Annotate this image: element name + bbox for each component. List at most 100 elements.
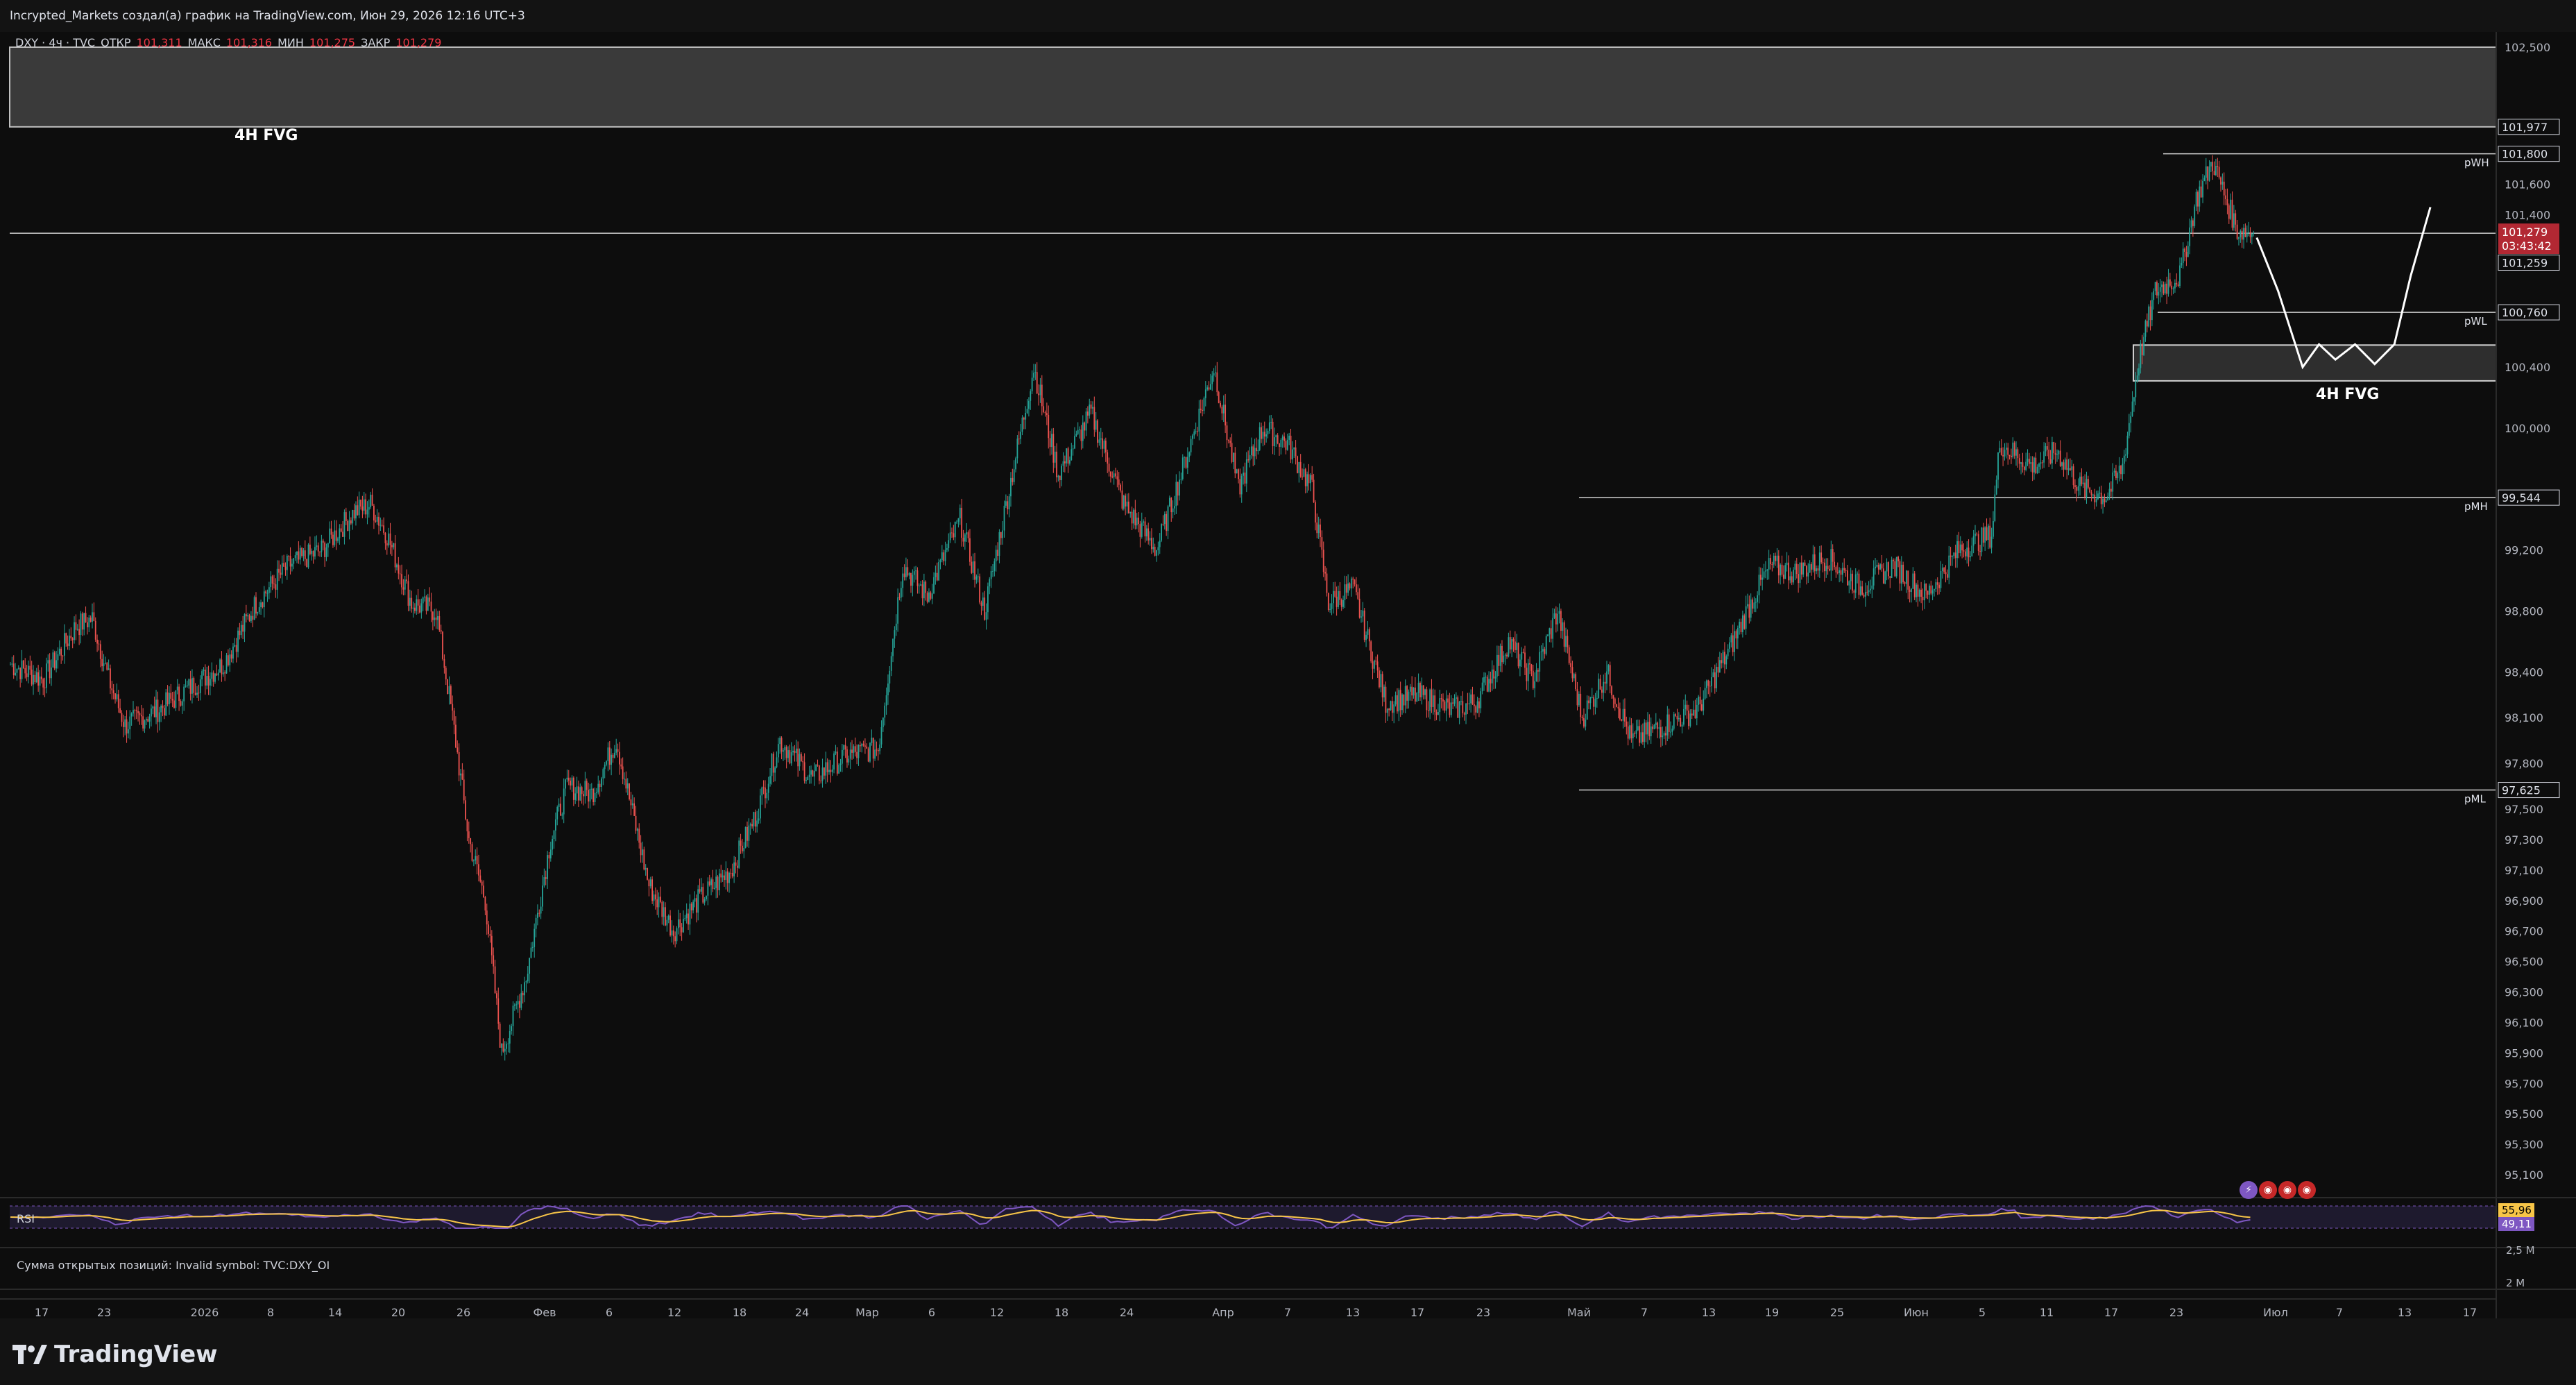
candle-body[interactable] (1964, 551, 1966, 556)
candle-body[interactable] (1362, 610, 1364, 617)
candle-body[interactable] (1309, 475, 1311, 484)
candle-body[interactable] (294, 555, 296, 559)
candle-body[interactable] (903, 573, 905, 577)
candle-body[interactable] (2195, 192, 2197, 207)
candle-body[interactable] (742, 845, 743, 851)
candle-body[interactable] (2112, 472, 2114, 492)
candle-body[interactable] (1010, 477, 1012, 497)
candle-body[interactable] (447, 679, 449, 695)
candle-body[interactable] (2089, 487, 2091, 493)
candle-body[interactable] (1209, 384, 1211, 390)
candle-body[interactable] (49, 660, 51, 679)
candle-body[interactable] (542, 885, 543, 907)
candle-body[interactable] (1478, 701, 1480, 708)
candle-body[interactable] (327, 543, 329, 548)
candle-body[interactable] (1571, 667, 1573, 679)
candle-body[interactable] (2018, 458, 2020, 464)
candle-body[interactable] (1247, 459, 1249, 461)
candle-body[interactable] (753, 812, 755, 826)
candle-body[interactable] (1182, 457, 1184, 479)
candle-body[interactable] (1748, 604, 1750, 618)
candle-body[interactable] (248, 615, 250, 622)
candle-body[interactable] (1103, 440, 1105, 449)
candle-body[interactable] (561, 814, 563, 816)
candle-body[interactable] (1174, 506, 1175, 509)
candle-body[interactable] (316, 545, 318, 547)
candle-body[interactable] (1052, 434, 1055, 463)
candle-body[interactable] (1647, 722, 1648, 735)
candle-body[interactable] (1263, 432, 1265, 437)
candle-body[interactable] (1840, 570, 1842, 575)
candle-body[interactable] (797, 748, 799, 767)
candle-body[interactable] (612, 754, 614, 758)
candle-body[interactable] (1268, 422, 1270, 431)
candle-body[interactable] (1020, 432, 1022, 439)
candle-body[interactable] (805, 780, 807, 781)
candle-body[interactable] (1660, 727, 1662, 738)
candle-body[interactable] (1434, 695, 1436, 713)
candle-body[interactable] (1703, 698, 1705, 711)
candle-body[interactable] (1444, 701, 1446, 711)
candle-body[interactable] (835, 751, 837, 754)
candle-body[interactable] (1167, 506, 1169, 532)
candle-body[interactable] (1419, 683, 1421, 697)
candle-body[interactable] (2217, 166, 2219, 167)
candle-body[interactable] (189, 679, 191, 694)
candle-body[interactable] (511, 1026, 513, 1031)
candle-body[interactable] (414, 607, 416, 611)
candle-body[interactable] (1644, 722, 1646, 742)
candle-body[interactable] (1899, 561, 1901, 584)
candle-body[interactable] (789, 750, 791, 764)
candle-body[interactable] (1780, 564, 1782, 576)
candle-body[interactable] (1972, 536, 1974, 546)
candle-body[interactable] (214, 673, 216, 682)
candle-body[interactable] (1529, 663, 1530, 665)
candle-body[interactable] (774, 767, 776, 773)
candle-body[interactable] (2087, 479, 2089, 488)
candle-body[interactable] (227, 655, 229, 665)
candle-body[interactable] (967, 532, 969, 538)
candle-body[interactable] (222, 672, 224, 674)
candle-body[interactable] (2208, 166, 2210, 181)
candle-body[interactable] (642, 849, 643, 856)
candle-body[interactable] (597, 783, 599, 792)
candle-body[interactable] (1941, 568, 1943, 571)
candle-body[interactable] (1329, 609, 1331, 611)
candle-body[interactable] (2022, 462, 2024, 467)
candle-body[interactable] (1768, 558, 1770, 570)
candle-body[interactable] (60, 648, 62, 656)
candle-body[interactable] (1439, 698, 1441, 713)
candle-body[interactable] (669, 915, 671, 936)
candle-body[interactable] (1716, 666, 1718, 688)
candle-body[interactable] (2122, 464, 2124, 475)
candle-body[interactable] (1956, 541, 1958, 559)
candle-body[interactable] (1970, 556, 1971, 558)
candle-body[interactable] (1243, 473, 1244, 476)
candle-body[interactable] (1298, 461, 1300, 473)
candle-body[interactable] (1349, 583, 1351, 588)
candle-body[interactable] (957, 518, 959, 522)
candle-body[interactable] (1417, 683, 1419, 693)
candle-body[interactable] (1511, 639, 1513, 650)
candle-body[interactable] (747, 826, 748, 841)
candle-body[interactable] (1245, 459, 1247, 484)
candle-body[interactable] (1920, 589, 1922, 597)
candle-body[interactable] (1763, 571, 1765, 578)
candle-body[interactable] (613, 752, 615, 758)
candle-body[interactable] (1252, 446, 1254, 457)
candle-body[interactable] (535, 917, 537, 929)
candle-body[interactable] (1054, 451, 1056, 463)
candle-body[interactable] (1730, 635, 1732, 643)
candle-body[interactable] (89, 618, 92, 622)
candle-body[interactable] (1367, 629, 1369, 635)
candle-body[interactable] (2058, 450, 2060, 454)
candle-body[interactable] (1221, 407, 1223, 414)
candle-body[interactable] (1948, 555, 1950, 578)
candle-body[interactable] (1177, 482, 1179, 496)
candle-body[interactable] (2238, 237, 2240, 239)
candle-body[interactable] (2063, 462, 2065, 470)
candle-body[interactable] (1340, 600, 1342, 607)
candle-body[interactable] (648, 879, 650, 887)
candle-body[interactable] (416, 599, 418, 611)
candle-body[interactable] (2048, 449, 2050, 460)
